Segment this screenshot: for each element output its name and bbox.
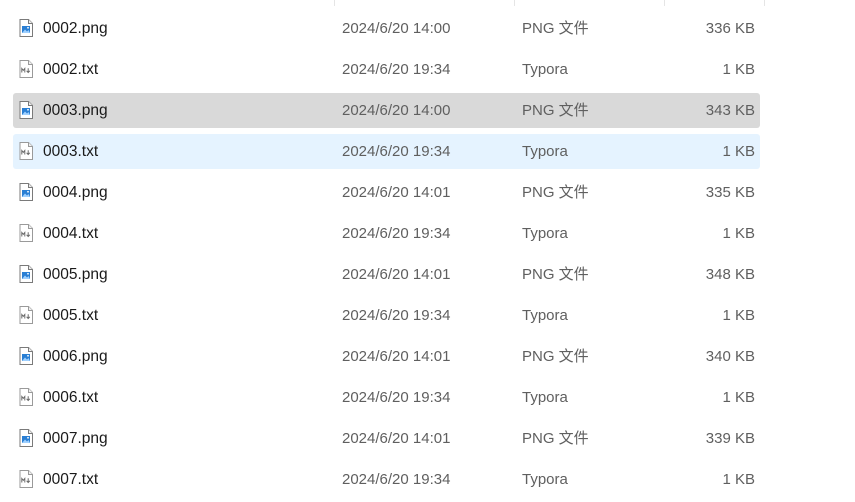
file-size: 1 KB bbox=[722, 61, 755, 78]
png-file-icon bbox=[19, 265, 33, 283]
column-divider-date-type[interactable] bbox=[514, 0, 515, 6]
file-row-0003-txt[interactable]: 0003.txt 2024/6/20 19:34 Typora 1 KB bbox=[13, 134, 760, 169]
file-type: Typora bbox=[522, 471, 568, 488]
file-date-modified: 2024/6/20 19:34 bbox=[342, 143, 451, 160]
file-type: PNG 文件 bbox=[522, 102, 589, 119]
file-date-modified: 2024/6/20 19:34 bbox=[342, 389, 451, 406]
file-type: PNG 文件 bbox=[522, 184, 589, 201]
file-type: PNG 文件 bbox=[522, 266, 589, 283]
file-name[interactable]: 0002.png bbox=[43, 11, 108, 46]
file-name[interactable]: 0003.txt bbox=[43, 134, 98, 169]
file-date-modified: 2024/6/20 14:01 bbox=[342, 348, 451, 365]
file-icon-cell bbox=[19, 134, 35, 169]
png-file-icon bbox=[19, 347, 33, 365]
file-row-0005-txt[interactable]: 0005.txt 2024/6/20 19:34 Typora 1 KB bbox=[13, 298, 760, 333]
file-date-modified: 2024/6/20 19:34 bbox=[342, 471, 451, 488]
file-row-0007-txt[interactable]: 0007.txt 2024/6/20 19:34 Typora 1 KB bbox=[13, 462, 760, 497]
markdown-file-icon bbox=[19, 60, 33, 78]
file-name[interactable]: 0006.txt bbox=[43, 380, 98, 415]
file-name[interactable]: 0007.png bbox=[43, 421, 108, 456]
file-icon-cell bbox=[19, 380, 35, 415]
file-date-modified: 2024/6/20 14:01 bbox=[342, 430, 451, 447]
png-file-icon bbox=[19, 19, 33, 37]
file-size: 1 KB bbox=[722, 225, 755, 242]
markdown-file-icon bbox=[19, 470, 33, 488]
file-list: 0002.png 2024/6/20 14:00 PNG 文件 336 KB 0… bbox=[13, 11, 760, 502]
file-date-modified: 2024/6/20 14:01 bbox=[342, 184, 451, 201]
file-icon-cell bbox=[19, 175, 35, 210]
file-type: Typora bbox=[522, 225, 568, 242]
column-divider-type-size[interactable] bbox=[664, 0, 665, 6]
file-type: PNG 文件 bbox=[522, 430, 589, 447]
png-file-icon bbox=[19, 429, 33, 447]
file-date-modified: 2024/6/20 19:34 bbox=[342, 225, 451, 242]
column-divider-size-end[interactable] bbox=[764, 0, 765, 6]
file-row-0002-txt[interactable]: 0002.txt 2024/6/20 19:34 Typora 1 KB bbox=[13, 52, 760, 87]
file-type: Typora bbox=[522, 307, 568, 324]
file-name[interactable]: 0002.txt bbox=[43, 52, 98, 87]
file-row-0006-png[interactable]: 0006.png 2024/6/20 14:01 PNG 文件 340 KB bbox=[13, 339, 760, 374]
file-date-modified: 2024/6/20 19:34 bbox=[342, 307, 451, 324]
file-name[interactable]: 0006.png bbox=[43, 339, 108, 374]
file-size: 335 KB bbox=[705, 184, 755, 201]
file-name[interactable]: 0003.png bbox=[43, 93, 108, 128]
file-type: Typora bbox=[522, 389, 568, 406]
file-size: 339 KB bbox=[705, 430, 755, 447]
file-name[interactable]: 0005.png bbox=[43, 257, 108, 292]
file-size: 1 KB bbox=[722, 389, 755, 406]
file-size: 340 KB bbox=[705, 348, 755, 365]
file-icon-cell bbox=[19, 216, 35, 251]
markdown-file-icon bbox=[19, 388, 33, 406]
file-row-0005-png[interactable]: 0005.png 2024/6/20 14:01 PNG 文件 348 KB bbox=[13, 257, 760, 292]
file-row-0007-png[interactable]: 0007.png 2024/6/20 14:01 PNG 文件 339 KB bbox=[13, 421, 760, 456]
file-row-0002-png[interactable]: 0002.png 2024/6/20 14:00 PNG 文件 336 KB bbox=[13, 11, 760, 46]
file-icon-cell bbox=[19, 257, 35, 292]
file-row-0004-png[interactable]: 0004.png 2024/6/20 14:01 PNG 文件 335 KB bbox=[13, 175, 760, 210]
markdown-file-icon bbox=[19, 224, 33, 242]
file-type: Typora bbox=[522, 61, 568, 78]
file-name[interactable]: 0007.txt bbox=[43, 462, 98, 497]
file-row-0004-txt[interactable]: 0004.txt 2024/6/20 19:34 Typora 1 KB bbox=[13, 216, 760, 251]
file-size: 1 KB bbox=[722, 143, 755, 160]
file-icon-cell bbox=[19, 52, 35, 87]
file-name[interactable]: 0004.png bbox=[43, 175, 108, 210]
file-row-0003-png[interactable]: 0003.png 2024/6/20 14:00 PNG 文件 343 KB bbox=[13, 93, 760, 128]
file-name[interactable]: 0004.txt bbox=[43, 216, 98, 251]
file-date-modified: 2024/6/20 14:00 bbox=[342, 20, 451, 37]
file-size: 1 KB bbox=[722, 307, 755, 324]
file-name[interactable]: 0005.txt bbox=[43, 298, 98, 333]
file-date-modified: 2024/6/20 14:00 bbox=[342, 102, 451, 119]
file-icon-cell bbox=[19, 11, 35, 46]
file-size: 336 KB bbox=[705, 20, 755, 37]
png-file-icon bbox=[19, 101, 33, 119]
file-type: PNG 文件 bbox=[522, 20, 589, 37]
file-icon-cell bbox=[19, 298, 35, 333]
file-icon-cell bbox=[19, 421, 35, 456]
file-icon-cell bbox=[19, 93, 35, 128]
file-date-modified: 2024/6/20 19:34 bbox=[342, 61, 451, 78]
markdown-file-icon bbox=[19, 142, 33, 160]
column-divider-name-date[interactable] bbox=[334, 0, 335, 6]
file-type: Typora bbox=[522, 143, 568, 160]
file-date-modified: 2024/6/20 14:01 bbox=[342, 266, 451, 283]
png-file-icon bbox=[19, 183, 33, 201]
file-row-0006-txt[interactable]: 0006.txt 2024/6/20 19:34 Typora 1 KB bbox=[13, 380, 760, 415]
file-icon-cell bbox=[19, 462, 35, 497]
file-size: 343 KB bbox=[705, 102, 755, 119]
file-size: 348 KB bbox=[705, 266, 755, 283]
file-size: 1 KB bbox=[722, 471, 755, 488]
file-type: PNG 文件 bbox=[522, 348, 589, 365]
markdown-file-icon bbox=[19, 306, 33, 324]
file-icon-cell bbox=[19, 339, 35, 374]
